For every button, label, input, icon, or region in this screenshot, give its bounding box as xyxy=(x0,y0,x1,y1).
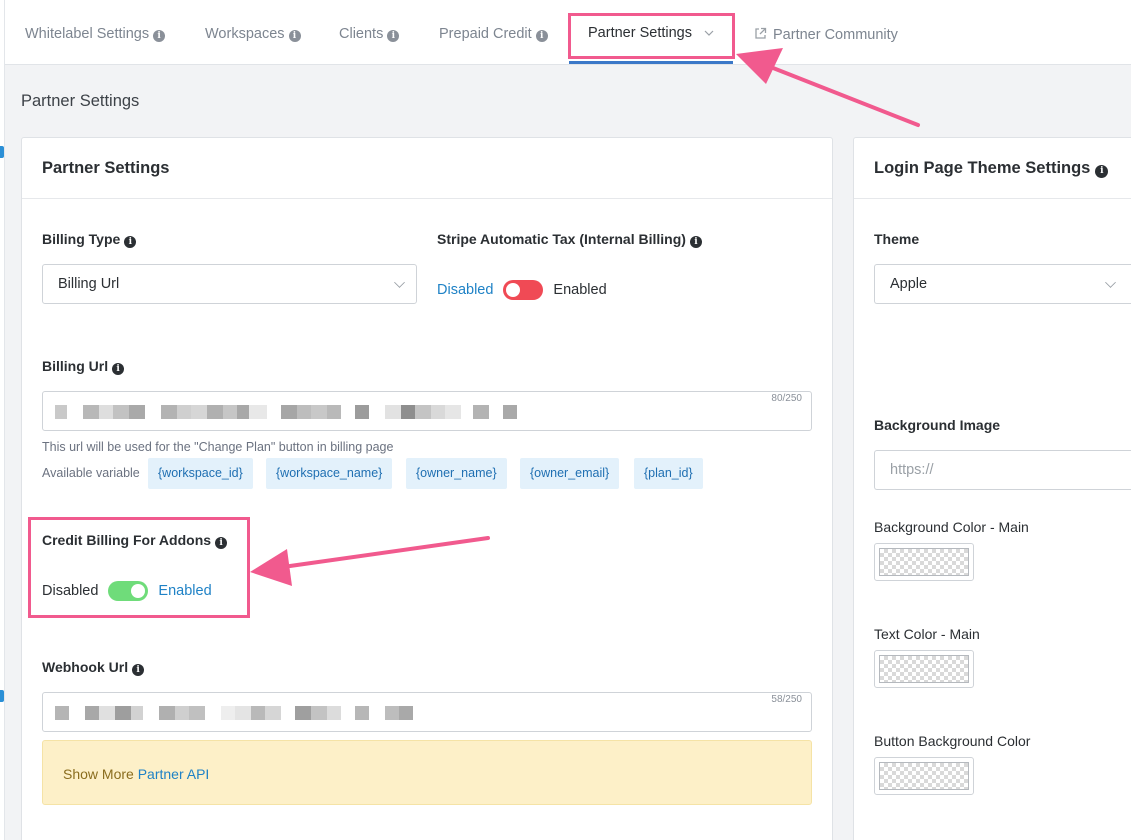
card-title: Partner Settings xyxy=(22,138,832,199)
text-color-main-label: Text Color - Main xyxy=(874,626,980,642)
tab-label: Clients xyxy=(339,26,384,42)
redacted-value xyxy=(55,706,413,720)
billing-type-select[interactable]: Billing Url xyxy=(42,264,417,304)
tab-clients[interactable]: Clients i xyxy=(339,26,400,42)
background-image-input[interactable]: https:// xyxy=(874,450,1131,490)
active-tab-indicator xyxy=(569,61,733,64)
switch-knob xyxy=(506,283,521,297)
tab-bar: Whitelabel Settings i Workspaces i Clients… xyxy=(5,0,1131,65)
info-icon: i xyxy=(132,664,145,676)
tab-partner-settings[interactable]: Partner Settings xyxy=(588,25,714,41)
tab-label: Prepaid Credit xyxy=(439,26,532,42)
theme-label: Theme xyxy=(874,231,920,247)
background-color-main-label: Background Color - Main xyxy=(874,519,1029,535)
info-icon: i xyxy=(112,363,125,375)
sidebar-marker xyxy=(0,690,4,702)
billing-type-text: Billing Type xyxy=(42,231,121,247)
tab-partner-community[interactable]: Partner Community xyxy=(754,27,898,43)
billing-type-value: Billing Url xyxy=(58,276,120,292)
transparent-swatch xyxy=(879,655,969,683)
tab-workspaces[interactable]: Workspaces i xyxy=(205,26,301,42)
stripe-tax-enabled-option[interactable]: Enabled xyxy=(553,282,606,298)
billing-url-help: This url will be used for the "Change Pl… xyxy=(42,440,394,454)
stripe-tax-text: Stripe Automatic Tax (Internal Billing) xyxy=(437,231,686,247)
partner-api-alert: Show More Partner API xyxy=(42,740,812,805)
char-counter: 80/250 xyxy=(771,393,802,404)
tab-prepaid-credit[interactable]: Prepaid Credit i xyxy=(439,26,548,42)
info-icon: i xyxy=(689,236,702,248)
credit-billing-toggle-row: Disabled Enabled xyxy=(42,580,212,602)
webhook-url-text: Webhook Url xyxy=(42,659,129,675)
credit-billing-disabled-option[interactable]: Disabled xyxy=(42,583,98,599)
transparent-swatch xyxy=(879,762,969,790)
info-icon: i xyxy=(1095,165,1109,178)
alert-prefix: Show More xyxy=(63,766,134,782)
webhook-url-label: Webhook Url i xyxy=(42,659,145,676)
transparent-swatch xyxy=(879,548,969,576)
webhook-url-input[interactable]: 58/250 xyxy=(42,692,812,732)
tab-label: Partner Community xyxy=(773,27,898,43)
tab-label: Whitelabel Settings xyxy=(25,26,150,42)
variable-chip-owner-name[interactable]: {owner_name} xyxy=(406,458,507,489)
background-image-label: Background Image xyxy=(874,417,1001,433)
theme-select[interactable]: Apple xyxy=(874,264,1131,304)
input-placeholder: https:// xyxy=(890,462,934,478)
text-color-main-picker[interactable] xyxy=(874,650,974,688)
page-title: Partner Settings xyxy=(21,92,140,110)
billing-type-label: Billing Type i xyxy=(42,231,137,248)
credit-billing-label: Credit Billing For Addons i xyxy=(42,532,228,549)
info-icon: i xyxy=(153,30,166,42)
chevron-down-icon xyxy=(394,277,405,288)
chevron-down-icon xyxy=(1105,277,1116,288)
chevron-down-icon xyxy=(704,30,714,36)
info-icon: i xyxy=(215,537,228,549)
button-background-color-label: Button Background Color xyxy=(874,733,1031,749)
annotation-arrow-line xyxy=(766,64,920,127)
available-variable-label: Available variable xyxy=(42,466,140,480)
theme-value: Apple xyxy=(890,276,928,292)
tab-label: Workspaces xyxy=(205,26,285,42)
billing-url-input[interactable]: 80/250 xyxy=(42,391,812,431)
sidebar-edge xyxy=(0,0,5,840)
info-icon: i xyxy=(124,236,137,248)
redacted-value xyxy=(55,405,517,419)
credit-billing-enabled-option[interactable]: Enabled xyxy=(158,583,211,599)
info-icon: i xyxy=(288,30,301,42)
theme-card-title-text: Login Page Theme Settings xyxy=(874,159,1091,177)
variable-chip-workspace-id[interactable]: {workspace_id} xyxy=(148,458,253,489)
switch-knob xyxy=(131,584,146,598)
variable-chip-plan-id[interactable]: {plan_id} xyxy=(634,458,703,489)
stripe-tax-switch[interactable] xyxy=(503,280,544,300)
variable-chip-workspace-name[interactable]: {workspace_name} xyxy=(266,458,393,489)
tab-whitelabel-settings[interactable]: Whitelabel Settings i xyxy=(25,26,166,42)
billing-url-text: Billing Url xyxy=(42,358,109,374)
tab-label: Partner Settings xyxy=(588,25,692,41)
stripe-tax-label: Stripe Automatic Tax (Internal Billing) i xyxy=(437,231,702,248)
char-counter: 58/250 xyxy=(771,694,802,705)
sidebar-marker xyxy=(0,146,4,158)
stripe-tax-disabled-option[interactable]: Disabled xyxy=(437,282,493,298)
partner-api-link[interactable]: Partner API xyxy=(138,766,210,782)
billing-url-label: Billing Url i xyxy=(42,358,125,375)
credit-billing-switch[interactable] xyxy=(108,581,149,601)
info-icon: i xyxy=(387,30,400,42)
stripe-tax-toggle-row: Disabled Enabled xyxy=(437,279,607,301)
background-color-main-picker[interactable] xyxy=(874,543,974,581)
card-title: Login Page Theme Settings i xyxy=(854,138,1131,199)
external-link-icon xyxy=(755,27,767,39)
credit-billing-text: Credit Billing For Addons xyxy=(42,532,212,548)
variable-chip-owner-email[interactable]: {owner_email} xyxy=(520,458,620,489)
info-icon: i xyxy=(535,30,548,42)
button-background-color-picker[interactable] xyxy=(874,757,974,795)
